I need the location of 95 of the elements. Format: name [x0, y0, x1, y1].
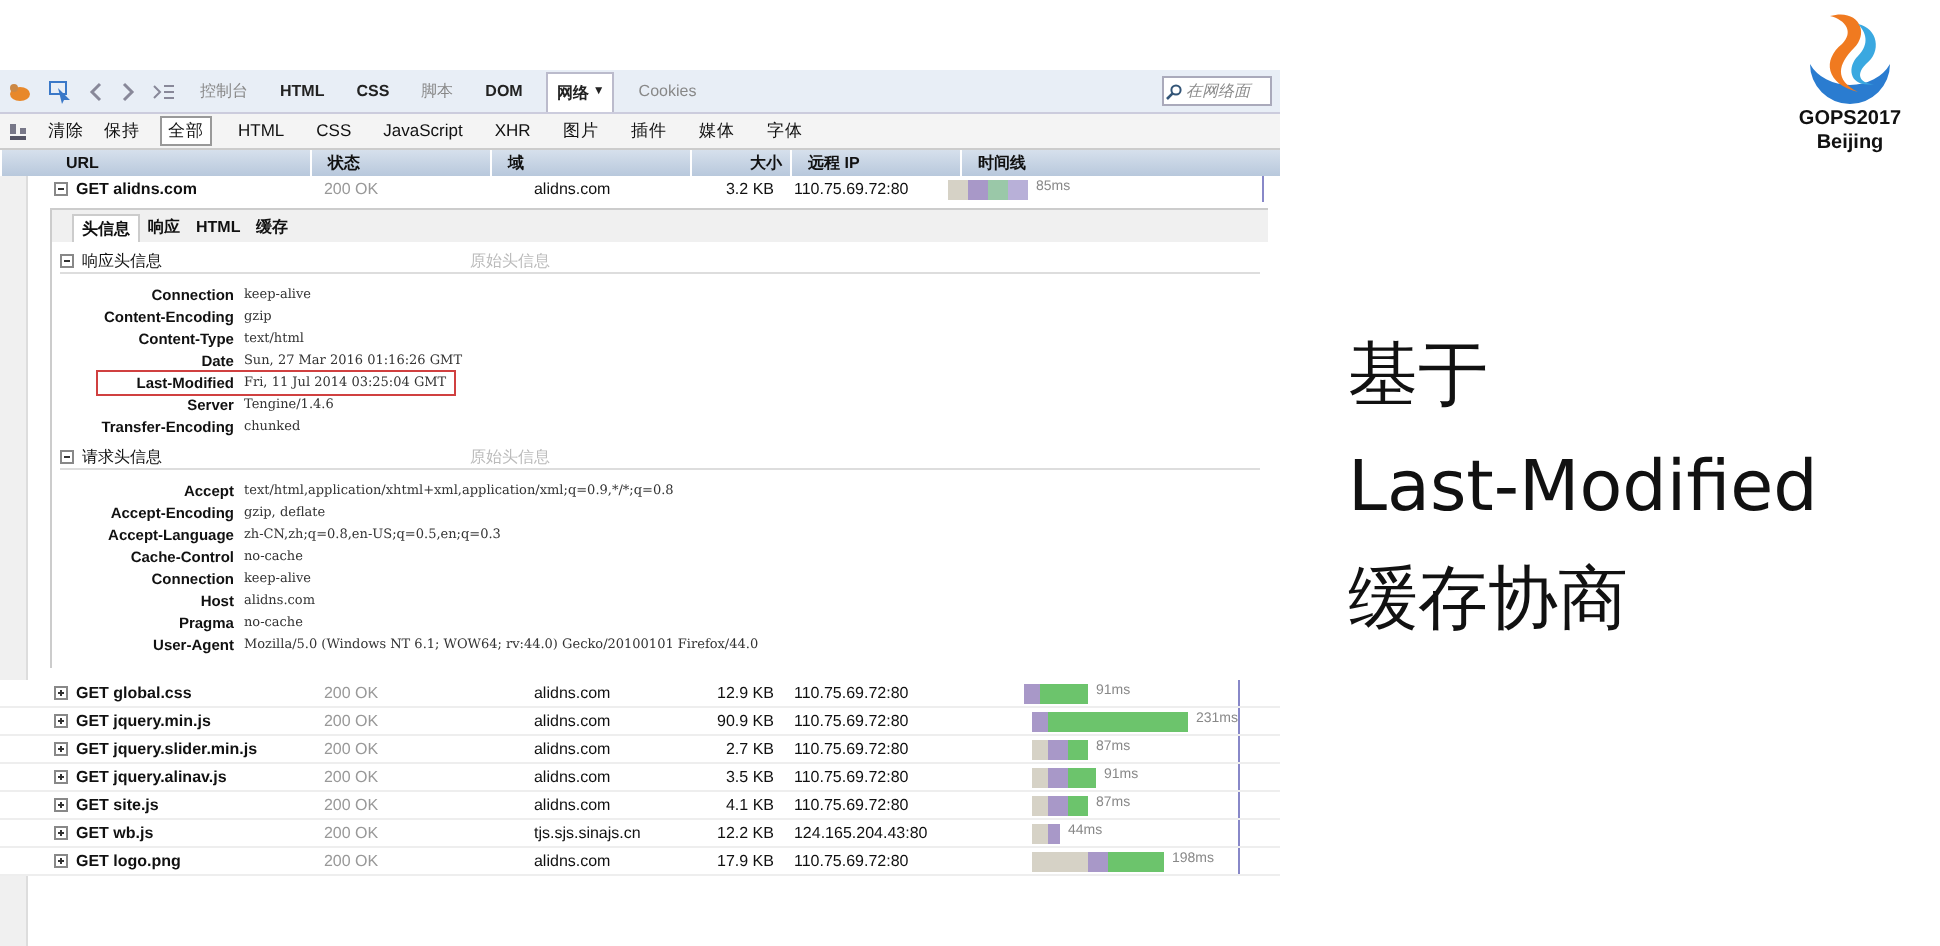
domain-text: alidns.com	[531, 849, 613, 873]
remote-ip-text: 110.75.69.72:80	[791, 709, 911, 733]
search-icon	[1166, 84, 1182, 100]
request-url[interactable]: GET wb.js	[75, 821, 154, 845]
request-url[interactable]: GET alidns.com	[75, 177, 197, 201]
detail-tab[interactable]: HTML	[187, 214, 249, 242]
request-url[interactable]: GET global.css	[75, 681, 192, 705]
remote-ip-text: 110.75.69.72:80	[791, 177, 911, 201]
remote-ip-text: 110.75.69.72:80	[791, 737, 911, 761]
domain-text: alidns.com	[531, 793, 613, 817]
column-header[interactable]: 远程 IP	[790, 150, 960, 176]
remote-ip-text: 110.75.69.72:80	[791, 765, 911, 789]
remote-ip-text: 110.75.69.72:80	[791, 793, 911, 817]
timing-bar-icon	[1031, 711, 1188, 731]
domain-text: tjs.sjs.sinajs.cn	[531, 821, 643, 845]
forward-icon[interactable]	[120, 81, 136, 101]
detail-tab[interactable]: 缓存	[248, 214, 297, 242]
size-text: 2.7 KB	[723, 737, 774, 761]
network-icon[interactable]	[8, 121, 28, 141]
status-text: 200 OK	[321, 737, 381, 761]
domain-text: alidns.com	[531, 737, 613, 761]
expand-icon[interactable]	[53, 742, 68, 756]
filter-button[interactable]: HTML	[232, 118, 291, 144]
status-text: 200 OK	[321, 849, 381, 873]
toolbar-button[interactable]: 保持	[104, 118, 140, 144]
section-title[interactable]: 响应头信息	[81, 249, 462, 273]
panel-tab[interactable]: CSS	[348, 71, 398, 111]
size-text: 4.1 KB	[723, 793, 774, 817]
domain-text: alidns.com	[531, 709, 613, 733]
collapse-icon[interactable]	[59, 450, 74, 464]
slide-heading: 基于	[1348, 334, 1490, 420]
status-text: 200 OK	[321, 793, 381, 817]
status-text: 200 OK	[321, 177, 381, 201]
status-text: 200 OK	[321, 821, 381, 845]
pointer-icon[interactable]	[48, 79, 72, 103]
remote-ip-text: 110.75.69.72:80	[791, 849, 911, 873]
column-header[interactable]: 状态	[310, 150, 490, 176]
timing-bar-icon	[1031, 851, 1164, 871]
detail-tab[interactable]: 头信息	[71, 214, 140, 242]
remote-ip-text: 124.165.204.43:80	[791, 821, 930, 845]
request-url[interactable]: GET jquery.slider.min.js	[75, 737, 258, 761]
timing-bar-icon	[1031, 739, 1088, 759]
size-text: 3.5 KB	[723, 765, 774, 789]
request-url[interactable]: GET jquery.alinav.js	[75, 765, 227, 789]
filter-button[interactable]: CSS	[310, 118, 358, 144]
expand-icon[interactable]	[53, 770, 68, 784]
filter-button[interactable]: 全部	[160, 116, 212, 146]
slide-heading: Last-Modified	[1348, 446, 1818, 532]
slide-heading: 缓存协商	[1348, 558, 1630, 644]
request-url[interactable]: GET logo.png	[75, 849, 181, 873]
size-text: 17.9 KB	[715, 849, 774, 873]
filter-button[interactable]: 图片	[556, 118, 605, 144]
domain-text: alidns.com	[531, 177, 613, 201]
size-text: 3.2 KB	[723, 177, 774, 201]
status-text: 200 OK	[321, 681, 381, 705]
back-icon[interactable]	[88, 81, 104, 101]
filter-button[interactable]: 插件	[624, 118, 673, 144]
expand-icon[interactable]	[53, 798, 68, 812]
column-header[interactable]: 域	[490, 150, 690, 176]
logo-caption: Beijing	[1816, 132, 1884, 156]
expand-icon[interactable]	[53, 686, 68, 700]
remote-ip-text: 110.75.69.72:80	[791, 681, 911, 705]
timing-bar-icon	[1031, 767, 1096, 787]
column-header[interactable]: 时间线	[960, 150, 1280, 176]
domain-text: alidns.com	[531, 681, 613, 705]
detail-tab[interactable]: 响应	[139, 214, 188, 242]
timing-bar-icon	[1031, 795, 1088, 815]
filter-button[interactable]: 字体	[760, 118, 809, 144]
domain-text: alidns.com	[531, 765, 613, 789]
status-text: 200 OK	[321, 709, 381, 733]
logo-caption: GOPS2017	[1798, 108, 1902, 132]
toolbar-button[interactable]: 清除	[48, 118, 84, 144]
search-field[interactable]: 在网络面	[1162, 76, 1272, 106]
expand-icon[interactable]	[53, 826, 68, 840]
command-line-icon[interactable]	[152, 81, 176, 101]
expand-icon[interactable]	[53, 714, 68, 728]
panel-tab[interactable]: DOM	[477, 71, 531, 111]
request-url[interactable]: GET jquery.min.js	[75, 709, 211, 733]
size-text: 12.9 KB	[715, 681, 774, 705]
filter-button[interactable]: XHR	[488, 118, 537, 144]
size-text: 12.2 KB	[715, 821, 774, 845]
status-text: 200 OK	[321, 765, 381, 789]
collapse-icon[interactable]	[59, 254, 74, 268]
timing-bar-icon	[947, 179, 1028, 199]
timing-bar-icon	[1023, 683, 1088, 703]
expand-icon[interactable]	[53, 854, 68, 868]
request-url[interactable]: GET site.js	[75, 793, 159, 817]
panel-tab[interactable]: HTML	[272, 71, 333, 111]
section-title[interactable]: 请求头信息	[81, 445, 462, 469]
timing-bar-icon	[1031, 823, 1060, 843]
filter-button[interactable]: JavaScript	[377, 118, 469, 144]
filter-button[interactable]: 媒体	[692, 118, 741, 144]
collapse-icon[interactable]	[53, 182, 68, 196]
column-header[interactable]: 大小	[690, 150, 790, 176]
size-text: 90.9 KB	[715, 709, 774, 733]
